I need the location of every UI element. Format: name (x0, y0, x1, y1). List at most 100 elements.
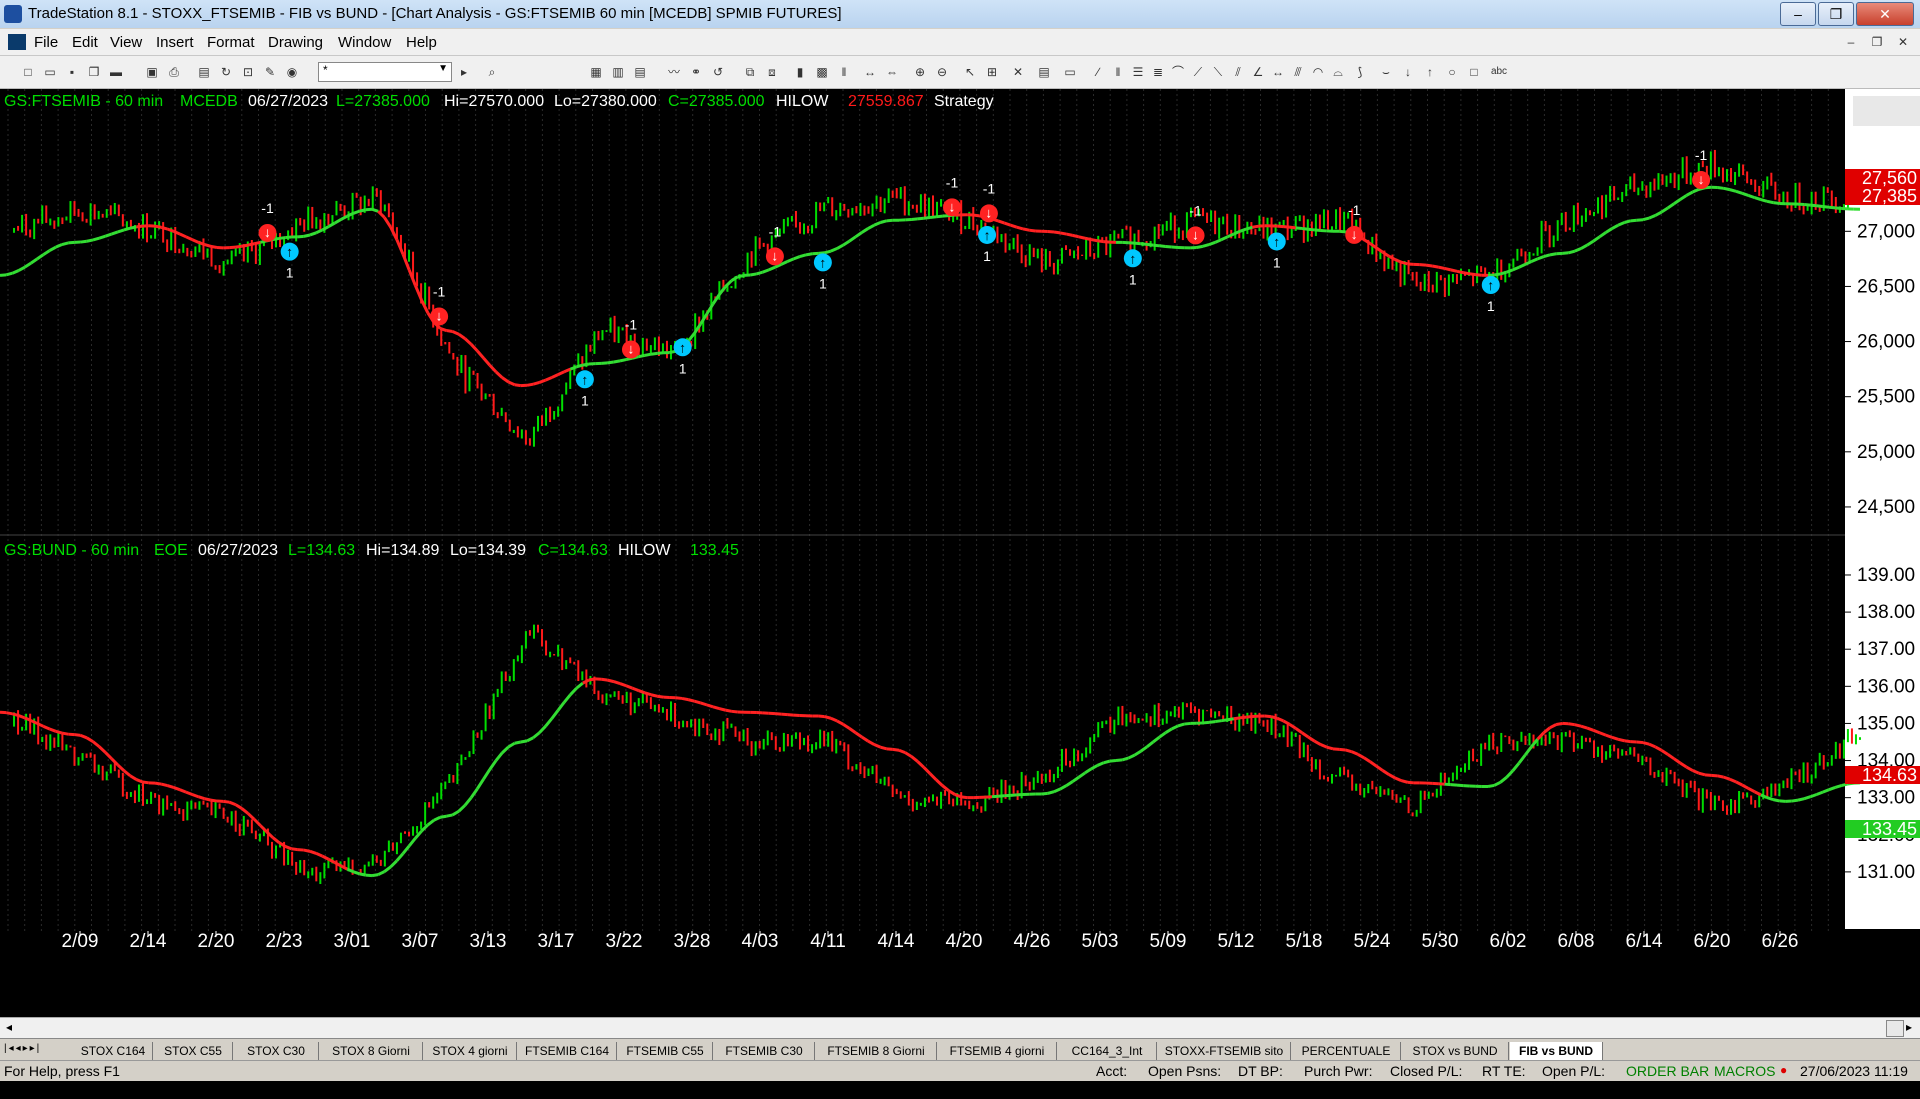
menu-edit[interactable]: Edit (72, 34, 98, 51)
menu-drawing[interactable]: Drawing (268, 34, 323, 51)
open-icon[interactable]: ▭ (42, 64, 58, 80)
mdi-close-button[interactable]: ✕ (1892, 33, 1914, 51)
zoom-in-icon[interactable]: ⊕ (912, 64, 928, 80)
mdi-restore-button[interactable]: ❐ (1866, 33, 1888, 51)
pointer-icon[interactable]: ↖ (962, 64, 978, 80)
sheet-icon[interactable]: ▤ (632, 64, 648, 80)
fib-icon[interactable]: ≣ (1150, 64, 1166, 80)
grid-icon[interactable]: ▥ (610, 64, 626, 80)
tab-stoxx-ftsemib-sito[interactable]: STOXX-FTSEMIB sito (1158, 1042, 1291, 1060)
scroll-right-icon[interactable]: ▸ (1906, 1020, 1912, 1034)
study-icon[interactable]: ⧈ (764, 64, 780, 80)
arc-icon[interactable]: ◠ (1310, 64, 1326, 80)
ellipse-icon[interactable]: ○ (1444, 64, 1460, 80)
tab-scroll-icons[interactable]: |◂◂▸▸| (4, 1043, 41, 1054)
lock-icon[interactable]: ⊡ (240, 64, 256, 80)
window-icon[interactable]: ▤ (196, 64, 212, 80)
tab-ftsemib-8-giorni[interactable]: FTSEMIB 8 Giorni (816, 1042, 937, 1060)
tab-stox-vs-bund[interactable]: STOX vs BUND (1402, 1042, 1509, 1060)
buy-arrow-glyph: ↑ (286, 244, 293, 260)
arrow-up-tool-icon[interactable]: ↑ (1422, 64, 1438, 80)
folder-icon[interactable]: ▬ (108, 64, 124, 80)
paint-icon[interactable]: ✎ (262, 64, 278, 80)
tab-ftsemib-c55[interactable]: FTSEMIB C55 (618, 1042, 713, 1060)
refresh-icon[interactable]: ↻ (218, 64, 234, 80)
angle-icon[interactable]: ∠ (1250, 64, 1266, 80)
mdi-minimize-button[interactable]: – (1840, 33, 1862, 51)
zoom-scan-icon[interactable]: ⌕ (484, 64, 500, 80)
parallel-icon[interactable]: ⫻ (1290, 64, 1306, 80)
pause-icon[interactable]: ‖ (836, 64, 852, 80)
freehand-icon[interactable]: ⟆ (1352, 64, 1368, 80)
minimize-button[interactable]: – (1780, 2, 1816, 26)
curve-icon[interactable]: ⌣ (1378, 64, 1394, 80)
status-macros[interactable]: MACROS (1714, 1063, 1775, 1079)
scroll-thumb[interactable] (1886, 1020, 1904, 1037)
tab-ftsemib-c164[interactable]: FTSEMIB C164 (518, 1042, 617, 1060)
hilow-line-segment (1500, 272, 1506, 274)
fan-icon[interactable]: ⟋ (1190, 64, 1206, 80)
tab-percentuale[interactable]: PERCENTUALE (1292, 1042, 1401, 1060)
tab-stox-4-giorni[interactable]: STOX 4 giorni (424, 1042, 517, 1060)
tab-ftsemib-c30[interactable]: FTSEMIB C30 (714, 1042, 815, 1060)
indicator-icon[interactable]: ⧉ (742, 64, 758, 80)
link-icon[interactable]: ⚭ (688, 64, 704, 80)
menu-window[interactable]: Window (338, 34, 391, 51)
lines-icon[interactable]: ☰ (1130, 64, 1146, 80)
tools-icon[interactable]: ✕ (1010, 64, 1026, 80)
arrow-down-tool-icon[interactable]: ↓ (1400, 64, 1416, 80)
tab-stox-c55[interactable]: STOX C55 (154, 1042, 233, 1060)
status-order-bar[interactable]: ORDER BAR (1626, 1063, 1709, 1079)
tab-stox-8-giorni[interactable]: STOX 8 Giorni (320, 1042, 423, 1060)
compress-icon[interactable]: ⇔ (884, 64, 900, 80)
symbol-combo[interactable]: *▼ (318, 62, 452, 82)
tab-stox-c164[interactable]: STOX C164 (74, 1042, 153, 1060)
chart-icon[interactable]: ▩ (814, 64, 830, 80)
horizontal-scrollbar[interactable]: ◂ ▸ (0, 1017, 1920, 1038)
tab-cc164-3-int[interactable]: CC164_3_Int (1058, 1042, 1157, 1060)
insert-icon[interactable]: ▤ (1036, 64, 1052, 80)
hilow-line-segment (601, 679, 607, 680)
speed-icon[interactable]: ⌒ (1170, 64, 1186, 80)
pen-icon[interactable]: ∕ (1090, 64, 1106, 80)
menu-insert[interactable]: Insert (156, 34, 194, 51)
chart-type-icon[interactable]: 〰 (666, 64, 682, 80)
new-icon[interactable]: □ (20, 64, 36, 80)
print-icon[interactable]: ⎙ (166, 64, 182, 80)
hilow-line-segment (279, 238, 285, 239)
save-icon[interactable]: ▪ (64, 64, 80, 80)
menu-help[interactable]: Help (406, 34, 437, 51)
menu-format[interactable]: Format (207, 34, 255, 51)
globe-icon[interactable]: ◉ (284, 64, 300, 80)
hilow-line-segment (1023, 229, 1029, 230)
zoom-width-icon[interactable]: ↔ (862, 64, 878, 80)
tab-stox-c30[interactable]: STOX C30 (234, 1042, 319, 1060)
cycle-icon[interactable]: ⌓ (1330, 64, 1346, 80)
sync-icon[interactable]: ↺ (710, 64, 726, 80)
print-preview-icon[interactable]: ▣ (144, 64, 160, 80)
scroll-left-icon[interactable]: ◂ (6, 1020, 12, 1034)
copy-icon[interactable]: ❐ (86, 64, 102, 80)
delete-icon[interactable]: ▭ (1062, 64, 1078, 80)
bars-icon[interactable]: ‖ (1110, 64, 1126, 80)
rectangle-icon[interactable]: □ (1466, 64, 1482, 80)
zoom-out-icon[interactable]: ⊖ (934, 64, 950, 80)
tab-ftsemib-4-giorni[interactable]: FTSEMIB 4 giorni (938, 1042, 1057, 1060)
maximize-button[interactable]: ❐ (1818, 2, 1854, 26)
hilow-line-segment (1469, 274, 1475, 275)
menu-view[interactable]: View (110, 34, 142, 51)
menu-file[interactable]: File (34, 34, 58, 51)
arrow-right-icon[interactable]: ▸ (456, 64, 472, 80)
chart-window-icon-tb[interactable]: ▦ (588, 64, 604, 80)
chart-canvas[interactable]: 27,00026,50026,00025,50025,00024,500139.… (0, 89, 1920, 1017)
horizontal-icon[interactable]: ↔ (1270, 64, 1286, 80)
channel-icon[interactable]: ⫽ (1230, 64, 1246, 80)
data-window-icon[interactable]: ⊞ (984, 64, 1000, 80)
bar-icon[interactable]: ▮ (792, 64, 808, 80)
text-tool-icon[interactable]: abc (1488, 64, 1510, 80)
status-open-psns: Open Psns: (1148, 1063, 1221, 1079)
tab-fib-vs-bund[interactable]: FIB vs BUND (1510, 1042, 1603, 1060)
hilow-line-segment (1215, 721, 1221, 722)
close-button[interactable]: ✕ (1856, 2, 1914, 26)
trend-icon[interactable]: ⟍ (1210, 64, 1226, 80)
